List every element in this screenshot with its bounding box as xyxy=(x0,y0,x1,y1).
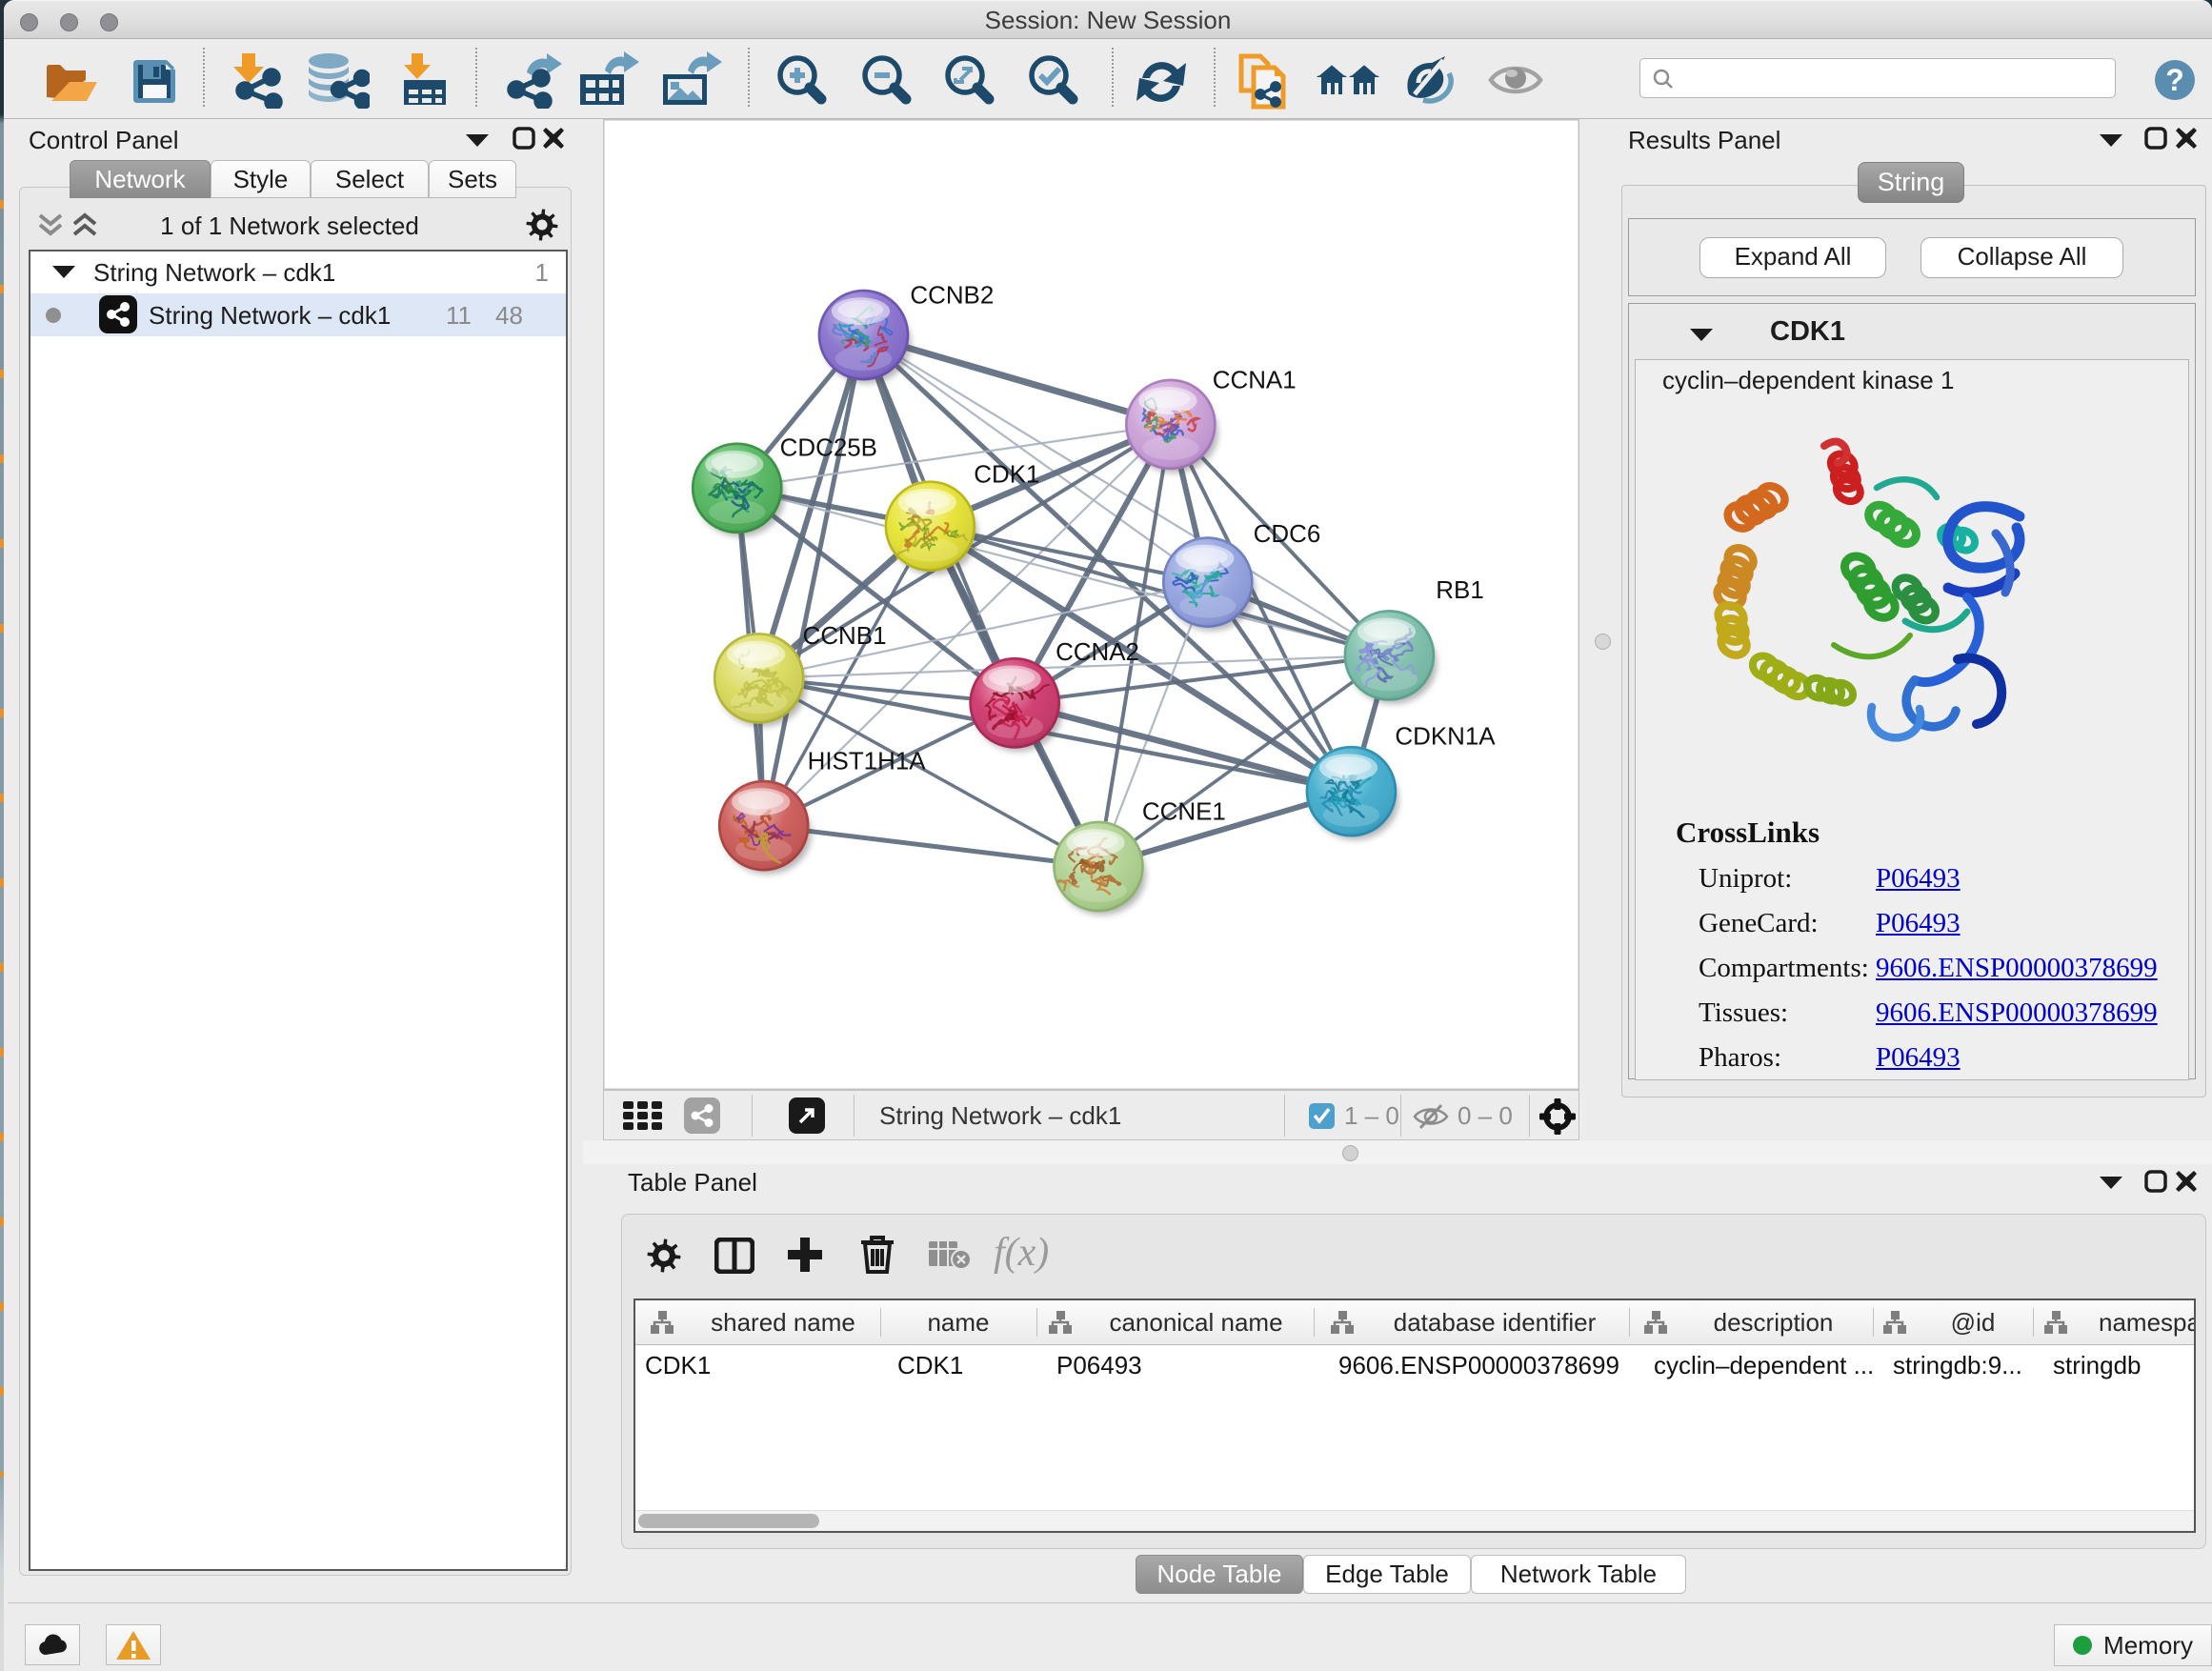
svg-text:CDKN1A: CDKN1A xyxy=(1395,724,1496,751)
svg-text:?: ? xyxy=(2165,63,2184,97)
svg-text:CCNA1: CCNA1 xyxy=(1213,367,1297,393)
svg-text:CCNA2: CCNA2 xyxy=(1056,639,1139,666)
svg-text:CDK1: CDK1 xyxy=(974,461,1039,488)
svg-text:CDC25B: CDC25B xyxy=(780,434,877,461)
svg-text:HIST1H1A: HIST1H1A xyxy=(808,749,927,775)
svg-text:CCNE1: CCNE1 xyxy=(1142,799,1226,826)
svg-text:CCNB2: CCNB2 xyxy=(910,283,994,310)
svg-text:CDC6: CDC6 xyxy=(1254,521,1321,548)
svg-text:CCNB1: CCNB1 xyxy=(803,623,887,650)
svg-text:RB1: RB1 xyxy=(1436,577,1483,604)
